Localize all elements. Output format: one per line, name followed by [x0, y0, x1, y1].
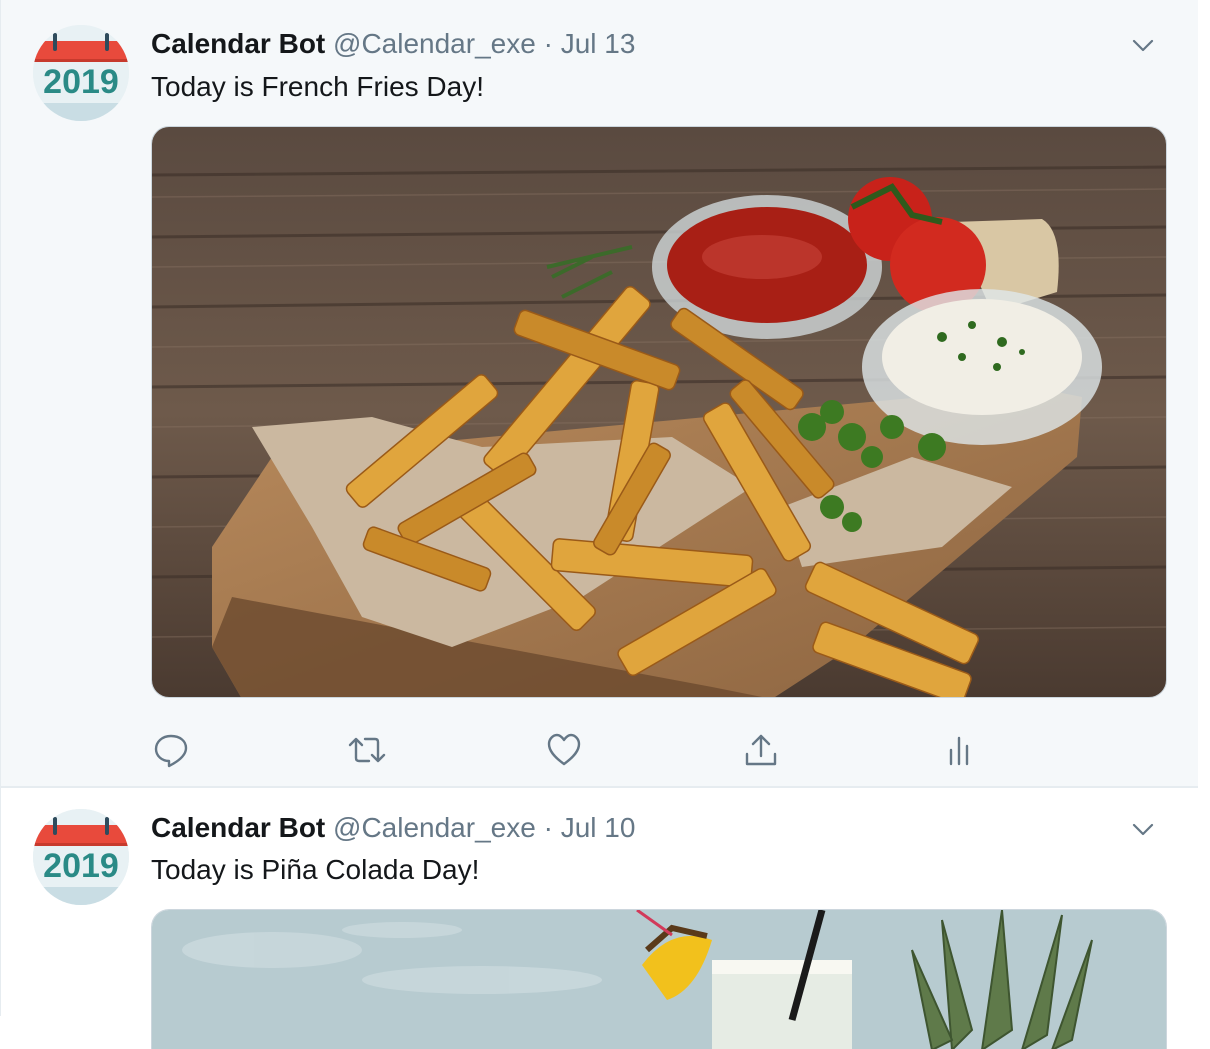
display-name[interactable]: Calendar Bot [151, 812, 325, 843]
avatar[interactable]: 2019 [33, 25, 129, 121]
tweet[interactable]: 2019 Calendar Bot @Calendar_exe · Jul 13… [1, 0, 1198, 788]
like-icon[interactable] [544, 730, 584, 770]
separator: · [543, 28, 553, 59]
tweet-actions [151, 730, 981, 770]
tweet-header: Calendar Bot @Calendar_exe · Jul 13 [151, 27, 635, 61]
tweet-text: Today is French Fries Day! [151, 71, 484, 102]
retweet-icon[interactable] [347, 730, 387, 770]
french-fries-photo [152, 127, 1166, 697]
svg-text:2019: 2019 [43, 63, 119, 101]
calendar-icon: 2019 [33, 25, 129, 121]
handle[interactable]: @Calendar_exe [333, 812, 536, 843]
tweet-text: Today is Piña Colada Day! [151, 854, 480, 885]
timestamp[interactable]: Jul 10 [561, 812, 636, 843]
chevron-down-icon[interactable] [1132, 818, 1154, 840]
separator: · [543, 812, 553, 843]
analytics-icon[interactable] [939, 730, 979, 770]
avatar[interactable]: 2019 [33, 809, 129, 905]
timestamp[interactable]: Jul 13 [561, 28, 636, 59]
calendar-icon: 2019 [33, 809, 129, 905]
display-name[interactable]: Calendar Bot [151, 28, 325, 59]
chevron-down-icon[interactable] [1132, 34, 1154, 56]
share-icon[interactable] [741, 730, 781, 770]
media-image[interactable] [151, 909, 1167, 1049]
svg-text:2019: 2019 [43, 847, 119, 885]
tweet-header: Calendar Bot @Calendar_exe · Jul 10 [151, 811, 635, 845]
pina-colada-photo [152, 910, 1166, 1049]
timeline: 2019 Calendar Bot @Calendar_exe · Jul 13… [0, 0, 1198, 1049]
media-image[interactable] [151, 126, 1167, 698]
reply-icon[interactable] [151, 730, 191, 770]
handle[interactable]: @Calendar_exe [333, 28, 536, 59]
tweet[interactable]: 2019 Calendar Bot @Calendar_exe · Jul 10… [1, 788, 1198, 1049]
